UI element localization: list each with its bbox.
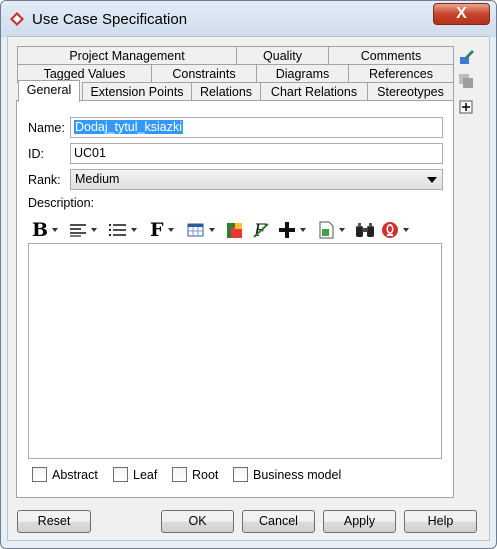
business-model-checkbox[interactable] <box>233 467 248 482</box>
insert-button[interactable] <box>278 219 306 241</box>
tab-extension-points[interactable]: Extension Points <box>82 82 192 101</box>
dropdown-arrow-icon <box>91 228 97 232</box>
tab-constraints[interactable]: Constraints <box>151 64 257 83</box>
copy-icon[interactable] <box>457 72 475 90</box>
expand-icon[interactable] <box>457 98 475 116</box>
dropdown-arrow-icon <box>209 228 215 232</box>
font-button[interactable]: F <box>150 219 174 241</box>
color-button[interactable] <box>226 219 243 241</box>
tab-comments[interactable]: Comments <box>328 46 454 65</box>
bold-icon: B <box>32 219 49 241</box>
table-icon <box>187 223 204 237</box>
title-bar[interactable]: Use Case Specification X <box>1 1 496 37</box>
chevron-down-icon <box>427 177 437 183</box>
document-icon <box>319 221 334 239</box>
dropdown-arrow-icon <box>131 228 137 232</box>
tab-references[interactable]: References <box>348 64 454 83</box>
description-label: Description: <box>28 196 94 210</box>
tab-quality[interactable]: Quality <box>236 46 329 65</box>
description-editor[interactable] <box>28 243 442 459</box>
spellcheck-button[interactable] <box>381 219 409 241</box>
list-icon <box>109 224 126 236</box>
tab-relations[interactable]: Relations <box>191 82 261 101</box>
leaf-checkbox[interactable] <box>113 467 128 482</box>
name-input[interactable]: Dodaj_tytul_ksiazki <box>70 117 443 138</box>
abstract-checkbox[interactable] <box>32 467 47 482</box>
table-button[interactable] <box>187 219 215 241</box>
cancel-button[interactable]: Cancel <box>242 510 315 533</box>
window-title: Use Case Specification <box>32 11 188 28</box>
bold-button[interactable]: B <box>32 219 59 241</box>
name-value: Dodaj_tytul_ksiazki <box>74 120 183 134</box>
dropdown-arrow-icon <box>52 228 59 232</box>
document-button[interactable] <box>317 219 345 241</box>
rank-select[interactable]: Medium <box>70 169 443 190</box>
tab-stereotypes[interactable]: Stereotypes <box>367 82 454 101</box>
find-icon <box>356 223 374 237</box>
list-button[interactable] <box>109 219 137 241</box>
rank-value: Medium <box>75 172 120 186</box>
rank-label: Rank: <box>28 173 61 187</box>
spellcheck-icon <box>382 222 398 238</box>
root-checkbox[interactable] <box>172 467 187 482</box>
formula-button[interactable]: F <box>251 219 271 241</box>
app-diamond-icon <box>10 12 24 26</box>
ok-button[interactable]: OK <box>161 510 234 533</box>
align-icon <box>70 224 86 237</box>
formula-icon: F <box>253 221 269 239</box>
color-icon <box>227 222 242 238</box>
leaf-label: Leaf <box>133 468 158 482</box>
tab-diagrams[interactable]: Diagrams <box>256 64 349 83</box>
tab-project-management[interactable]: Project Management <box>17 46 237 65</box>
tab-general[interactable]: General <box>18 80 80 102</box>
abstract-label: Abstract <box>52 468 98 482</box>
id-label: ID: <box>28 147 44 161</box>
apply-button[interactable]: Apply <box>323 510 396 533</box>
pin-icon[interactable] <box>457 48 475 66</box>
insert-icon <box>279 222 295 238</box>
dropdown-arrow-icon <box>339 228 345 232</box>
reset-button[interactable]: Reset <box>17 510 91 533</box>
root-label: Root <box>192 468 219 482</box>
business-model-label: Business model <box>253 468 342 482</box>
name-label: Name: <box>28 121 65 135</box>
dropdown-arrow-icon <box>167 228 174 232</box>
tab-chart-relations[interactable]: Chart Relations <box>260 82 368 101</box>
dropdown-arrow-icon <box>300 228 306 232</box>
find-button[interactable] <box>355 219 375 241</box>
id-input[interactable]: UC01 <box>70 143 443 164</box>
dropdown-arrow-icon <box>403 228 409 232</box>
help-button[interactable]: Help <box>404 510 477 533</box>
align-button[interactable] <box>70 219 97 241</box>
font-icon: F <box>150 219 164 241</box>
close-button[interactable]: X <box>433 3 490 25</box>
